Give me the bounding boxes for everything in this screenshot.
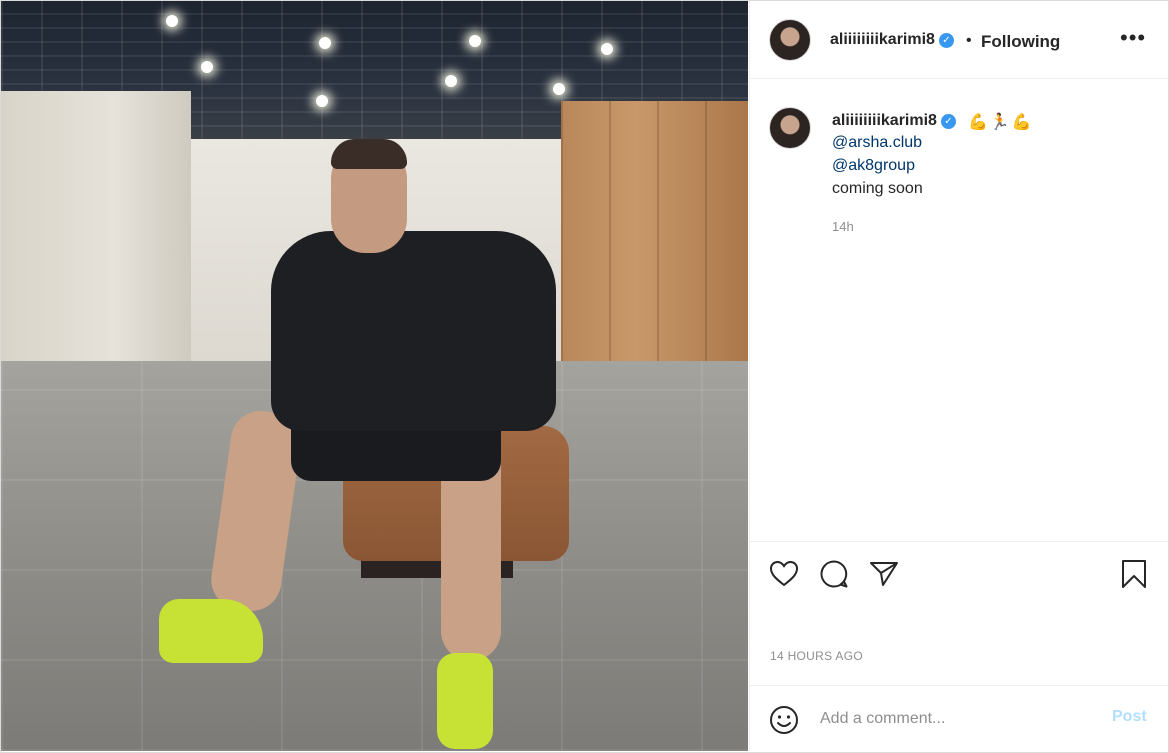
ceiling-light — [319, 37, 331, 49]
ceiling-light — [201, 61, 213, 73]
header-username[interactable]: aliiiiiiiikarimi8 ✓ — [830, 31, 954, 49]
comment-icon[interactable] — [818, 558, 850, 590]
mention-link[interactable]: @ak8group — [832, 157, 915, 175]
verified-icon: ✓ — [940, 114, 956, 129]
heart-icon[interactable] — [768, 558, 800, 590]
verified-icon: ✓ — [938, 33, 954, 48]
post-sidebar: aliiiiiiiikarimi8 ✓ • Following ••• aliii… — [749, 1, 1168, 751]
photo-shoe-right — [437, 653, 493, 749]
mention-link[interactable]: @arsha.club — [832, 134, 922, 152]
comment-input[interactable] — [818, 706, 1102, 732]
ceiling-light — [316, 95, 328, 107]
avatar[interactable] — [769, 19, 811, 61]
photo-shoe-left — [159, 599, 263, 663]
ceiling-light — [166, 15, 178, 27]
more-options-icon[interactable]: ••• — [1120, 25, 1146, 51]
caption-text: coming soon — [832, 180, 923, 197]
ceiling-light — [469, 35, 481, 47]
caption-username-text[interactable]: aliiiiiiiikarimi8 — [832, 112, 937, 129]
add-comment-bar: Post — [750, 685, 1168, 752]
ceiling-light — [601, 43, 613, 55]
post-photo[interactable] — [1, 1, 748, 751]
ceiling-light — [445, 75, 457, 87]
separator-dot: • — [966, 32, 972, 49]
comments-section: aliiiiiiiikarimi8 ✓ 💪🏃💪 @arsha.club @ak8g… — [750, 79, 1168, 541]
emoji-icon[interactable] — [768, 704, 800, 736]
ceiling-light — [553, 83, 565, 95]
photo-jacket — [271, 231, 556, 431]
action-bar — [750, 541, 1168, 602]
following-button[interactable]: Following — [981, 32, 1060, 52]
post-button[interactable]: Post — [1112, 708, 1147, 726]
caption-username[interactable]: aliiiiiiiikarimi8 ✓ — [832, 112, 956, 130]
caption-timestamp[interactable]: 14h — [832, 219, 854, 234]
post-time-ago[interactable]: 14 HOURS AGO — [770, 649, 863, 663]
share-icon[interactable] — [868, 558, 900, 590]
post-header: aliiiiiiiikarimi8 ✓ • Following ••• — [750, 1, 1168, 79]
caption-avatar[interactable] — [769, 107, 811, 149]
bookmark-icon[interactable] — [1118, 558, 1150, 590]
photo-hair — [331, 139, 407, 169]
header-username-text[interactable]: aliiiiiiiikarimi8 — [830, 31, 935, 48]
caption-emojis: 💪🏃💪 — [968, 114, 1034, 131]
